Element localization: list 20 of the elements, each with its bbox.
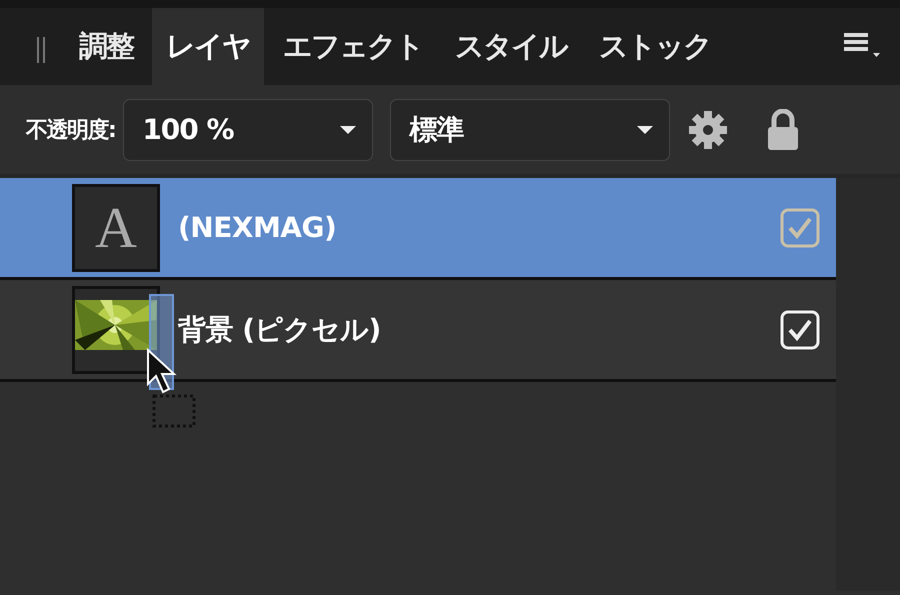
text-layer-thumbnail: A — [72, 184, 160, 272]
grip-icon[interactable] — [36, 35, 46, 65]
layer-row[interactable]: 背景 (ピクセル) — [0, 280, 836, 382]
settings-icon[interactable] — [688, 110, 728, 150]
caret-icon — [340, 124, 356, 134]
panel-tab[interactable]: スタイル — [442, 8, 580, 85]
panel-tab[interactable]: エフェクト — [270, 8, 436, 85]
panel-tab[interactable]: ストック — [586, 8, 724, 85]
layer-row[interactable]: A (NEXMAG) — [0, 178, 836, 280]
drag-box-icon — [152, 394, 196, 428]
lock-icon[interactable] — [766, 108, 800, 150]
layer-name: (NEXMAG) — [178, 211, 338, 244]
blend-mode-dropdown[interactable]: 標準 — [390, 98, 670, 160]
panel-tab[interactable]: レイヤ — [152, 8, 264, 85]
opacity-dropdown[interactable]: 100 % — [123, 98, 374, 160]
opacity-label: 不透明度: — [26, 116, 116, 144]
visibility-checkbox[interactable] — [780, 208, 820, 248]
panel-tab[interactable]: 調整 — [66, 8, 146, 85]
layer-name: 背景 (ピクセル) — [178, 312, 382, 348]
caret-icon — [637, 124, 654, 134]
